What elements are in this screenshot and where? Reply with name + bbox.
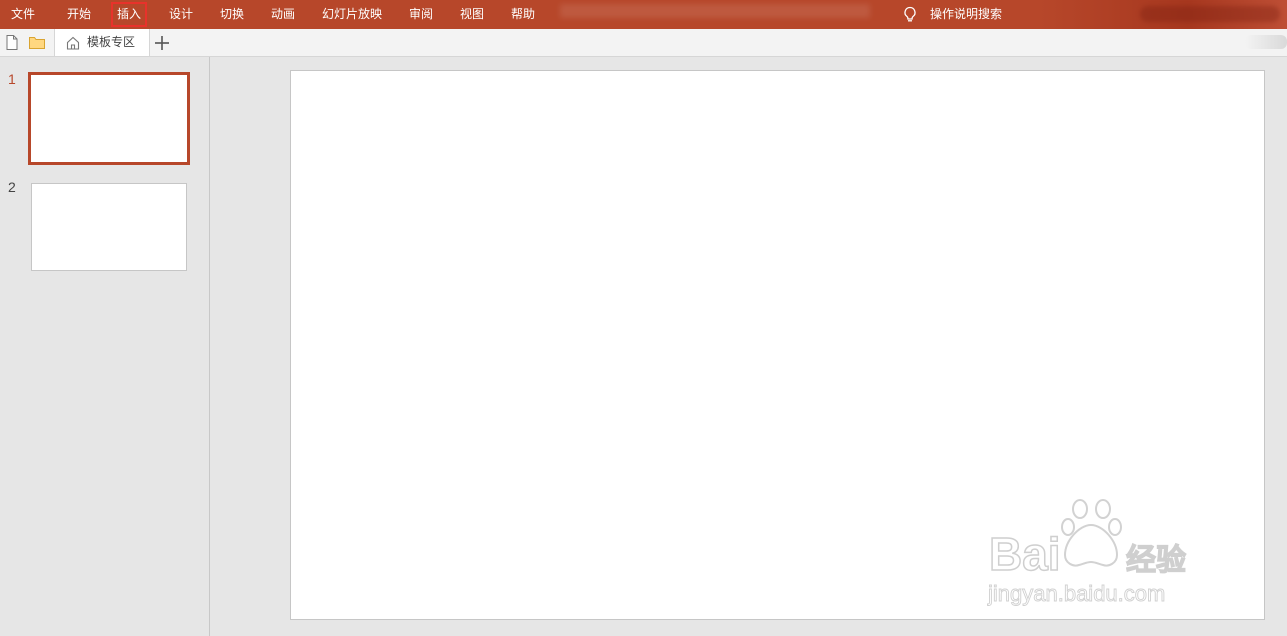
tab-transitions[interactable]: 切换 — [220, 0, 244, 29]
tab-help[interactable]: 帮助 — [511, 0, 535, 29]
tab-insert[interactable]: 插入 — [111, 2, 148, 27]
tab-review[interactable]: 审阅 — [409, 0, 433, 29]
ribbon-background-decoration — [560, 4, 870, 18]
baidu-jingyan-watermark: Bai 经验 jingyan.baidu.com — [987, 499, 1187, 606]
svg-text:Bai: Bai — [989, 528, 1061, 580]
tab-slide-show[interactable]: 幻灯片放映 — [322, 0, 382, 29]
tab-animations[interactable]: 动画 — [271, 0, 295, 29]
tab-template-zone[interactable]: 模板专区 — [54, 29, 150, 56]
plus-icon[interactable] — [150, 31, 174, 55]
template-tab-label: 模板专区 — [87, 35, 136, 49]
toolbar-decoration — [1245, 35, 1287, 49]
home-icon — [66, 36, 80, 50]
slide-number: 1 — [8, 71, 16, 87]
slide-thumbnail-pane: 1 2 — [0, 57, 210, 636]
lightbulb-icon[interactable] — [902, 6, 918, 23]
svg-text:经验: 经验 — [1126, 543, 1186, 577]
slide-number: 2 — [8, 179, 16, 195]
ribbon-tab-bar: 文件 开始 插入 设计 切换 动画 幻灯片放映 审阅 视图 帮助 操作说明搜索 — [0, 0, 1287, 29]
new-document-icon[interactable] — [4, 34, 20, 51]
watermark-url: jingyan.baidu.com — [987, 581, 1165, 606]
slide-thumbnail-1[interactable] — [28, 72, 190, 165]
tell-me-search[interactable]: 操作说明搜索 — [930, 0, 1002, 29]
document-tab-bar: 模板专区 — [0, 29, 1287, 57]
tab-design[interactable]: 设计 — [169, 0, 193, 29]
slide-thumbnail-2[interactable] — [31, 183, 187, 271]
tab-file[interactable]: 文件 — [11, 0, 35, 29]
tab-home[interactable]: 开始 — [67, 0, 91, 29]
open-folder-icon[interactable] — [28, 34, 46, 51]
tab-view[interactable]: 视图 — [460, 0, 484, 29]
ribbon-background-decoration — [1140, 6, 1280, 22]
